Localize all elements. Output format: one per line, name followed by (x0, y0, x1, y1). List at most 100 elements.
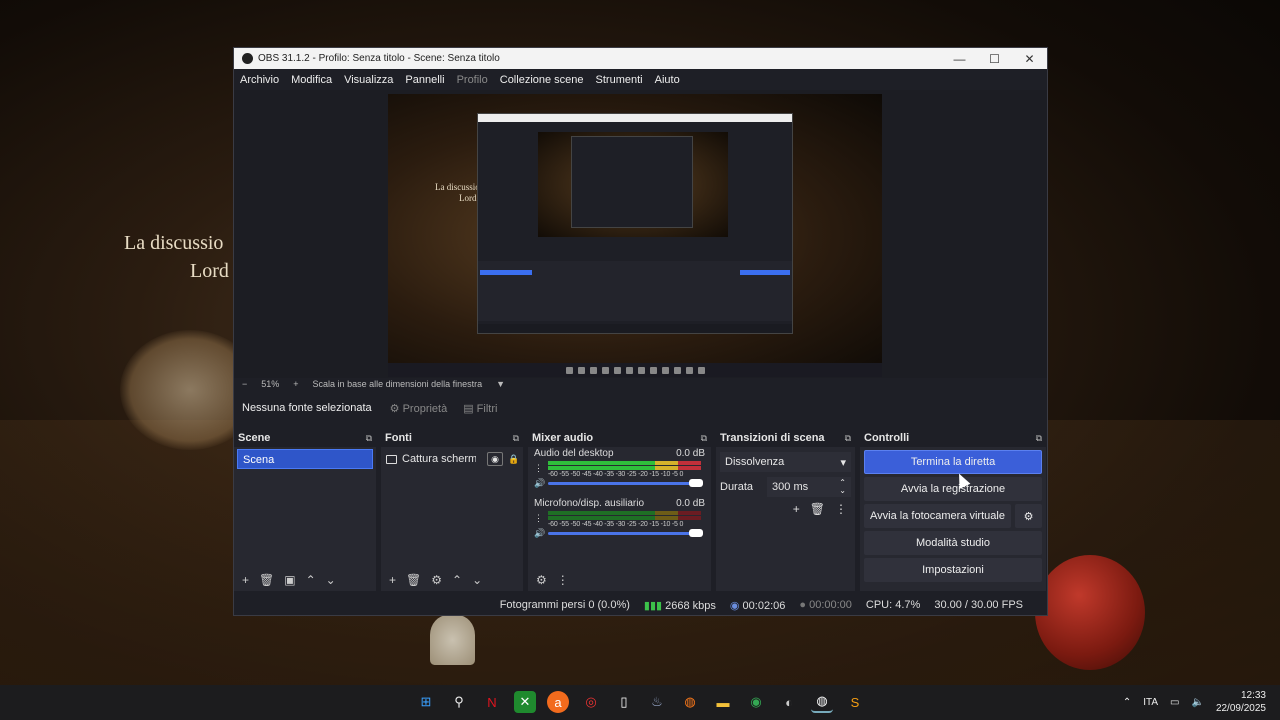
volume-slider-knob[interactable] (689, 529, 703, 537)
scene-item-scena[interactable]: Scena (237, 449, 373, 469)
sublime-text-icon[interactable]: S (844, 691, 866, 713)
menu-visualizza[interactable]: Visualizza (344, 74, 393, 86)
filters-button[interactable]: ▤ Filtri (463, 402, 497, 415)
menu-pannelli[interactable]: Pannelli (405, 74, 444, 86)
mini-icon (697, 366, 705, 374)
menu-collezione-scene[interactable]: Collezione scene (500, 74, 584, 86)
source-properties-gear-icon[interactable]: ⚙ (431, 573, 442, 587)
speaker-icon[interactable]: 🔊 (534, 528, 545, 539)
preview-text-line-2: Lord (459, 193, 477, 203)
filter-icon: ▤ (463, 402, 477, 415)
remove-transition-icon[interactable]: 🗑 (810, 502, 825, 516)
remove-source-icon[interactable]: 🗑 (406, 573, 421, 587)
add-transition-icon[interactable]: + (793, 502, 800, 516)
scale-mode-dropdown-icon[interactable]: ▼ (496, 379, 505, 389)
minimize-button[interactable]: — (942, 52, 977, 66)
stop-streaming-button[interactable]: Termina la diretta (864, 450, 1042, 474)
visibility-eye-icon[interactable]: ◉ (487, 452, 503, 466)
undock-icon[interactable]: ⧉ (1036, 433, 1042, 444)
add-scene-icon[interactable]: + (242, 573, 249, 587)
source-item-cattura-schermo[interactable]: Cattura schermo ◉ 🔒 (386, 450, 519, 468)
undock-icon[interactable]: ⧉ (513, 433, 519, 444)
file-icon[interactable]: ▯ (613, 691, 635, 713)
app-red-icon[interactable]: ◎ (580, 691, 602, 713)
scenes-dock-header: Scene ⧉ (234, 429, 376, 447)
chrome-icon[interactable]: ◉ (745, 691, 767, 713)
volume-slider[interactable] (548, 529, 703, 537)
avast-icon[interactable]: a (547, 691, 569, 713)
menu-profilo[interactable]: Profilo (457, 74, 488, 86)
zoom-out-button[interactable]: − (242, 379, 247, 389)
transition-select[interactable]: Dissolvenza ▾ (720, 452, 851, 472)
duration-row: Durata 300 ms ⌃ ⌄ (720, 477, 851, 497)
desktop-apple-image (1035, 555, 1145, 670)
zoom-in-button[interactable]: + (293, 379, 298, 389)
virtual-camera-settings-gear-icon[interactable]: ⚙ (1015, 504, 1042, 528)
mixer-menu-icon[interactable]: ⋮ (557, 573, 569, 587)
xbox-icon[interactable]: ✕ (514, 691, 536, 713)
channel-menu-icon[interactable]: ⋮ (534, 463, 543, 474)
network-icon[interactable]: ▭ (1170, 697, 1179, 708)
menu-strumenti[interactable]: Strumenti (596, 74, 643, 86)
controls-dock-title: Controlli (864, 432, 910, 444)
mini-icon (661, 366, 669, 374)
lock-icon[interactable]: 🔒 (508, 454, 519, 465)
program-preview[interactable]: La discussio Lord (388, 94, 882, 377)
undock-icon[interactable]: ⧉ (701, 433, 707, 444)
nested-inner-window (571, 136, 693, 228)
volume-icon[interactable]: 🔈 (1191, 697, 1203, 708)
bitrate-value: 2668 kbps (665, 599, 716, 612)
search-icon[interactable]: ⚲ (448, 691, 470, 713)
file-explorer-icon[interactable]: ▬ (712, 691, 734, 713)
windows-start-icon[interactable]: ⊞ (415, 691, 437, 713)
menu-aiuto[interactable]: Aiuto (655, 74, 680, 86)
add-source-icon[interactable]: + (389, 573, 396, 587)
tray-overflow-chevron-icon[interactable]: ⌃ (1123, 697, 1131, 708)
mini-icon (685, 366, 693, 374)
clock-time: 12:33 (1240, 690, 1266, 701)
record-time-indicator: ● 00:00:00 (799, 599, 852, 611)
move-down-icon[interactable]: ⌄ (326, 573, 336, 587)
nested-taskbar (388, 363, 882, 377)
settings-button[interactable]: Impostazioni (864, 558, 1042, 582)
spinner-arrows-icon[interactable]: ⌃ ⌄ (839, 479, 846, 495)
move-down-icon[interactable]: ⌄ (472, 573, 482, 587)
start-virtual-camera-button[interactable]: Avvia la fotocamera virtuale (864, 504, 1011, 528)
start-recording-button[interactable]: Avvia la registrazione (864, 477, 1042, 501)
meter-scale: -60 -55 -50 -45 -40 -35 -30 -25 -20 -15 … (548, 471, 684, 478)
duration-spinbox[interactable]: 300 ms ⌃ ⌄ (767, 477, 851, 497)
maximize-button[interactable]: ☐ (977, 52, 1012, 66)
studio-mode-button[interactable]: Modalità studio (864, 531, 1042, 555)
move-up-icon[interactable]: ⌃ (306, 573, 316, 587)
desktop-bg-text-1: La discussio (124, 232, 224, 254)
app-grey-icon[interactable]: ◐ (778, 691, 800, 713)
netflix-icon[interactable]: N (481, 691, 503, 713)
firefox-icon[interactable]: ◍ (679, 691, 701, 713)
menu-modifica[interactable]: Modifica (291, 74, 332, 86)
obs-taskbar-icon[interactable]: ◍ (811, 691, 833, 713)
menu-archivio[interactable]: Archivio (240, 74, 279, 86)
volume-meter: -60 -55 -50 -45 -40 -35 -30 -25 -20 -15 … (548, 461, 701, 478)
move-up-icon[interactable]: ⌃ (452, 573, 462, 587)
close-button[interactable]: ✕ (1012, 52, 1047, 66)
volume-slider[interactable] (548, 479, 703, 487)
speaker-icon[interactable]: 🔊 (534, 478, 545, 489)
scene-filters-icon[interactable]: ▣ (284, 573, 295, 587)
meter-bar-left (548, 461, 701, 465)
language-indicator[interactable]: ITA (1143, 697, 1158, 708)
clock[interactable]: 12:33 22/09/2025 (1216, 689, 1266, 715)
audio-settings-icon[interactable]: ⚙ (536, 573, 547, 587)
mixer-channel-desktop: Audio del desktop 0.0 dB ⋮ -60 -55 -50 -4… (528, 448, 711, 489)
scale-mode-label[interactable]: Scala in base alle dimensioni della fine… (313, 379, 483, 389)
volume-slider-knob[interactable] (689, 479, 703, 487)
undock-icon[interactable]: ⧉ (366, 433, 372, 444)
channel-menu-icon[interactable]: ⋮ (534, 513, 543, 524)
transitions-dock-header: Transizioni di scena ⧉ (716, 429, 855, 447)
transition-menu-icon[interactable]: ⋮ (835, 502, 847, 516)
remove-scene-icon[interactable]: 🗑 (259, 573, 274, 587)
properties-button[interactable]: ⚙ Proprietà (390, 402, 448, 415)
title-bar[interactable]: OBS 31.1.2 - Profilo: Senza titolo - Sce… (234, 48, 1047, 69)
undock-icon[interactable]: ⧉ (845, 433, 851, 444)
transition-selected: Dissolvenza (725, 456, 785, 468)
steam-icon[interactable]: ♨ (646, 691, 668, 713)
